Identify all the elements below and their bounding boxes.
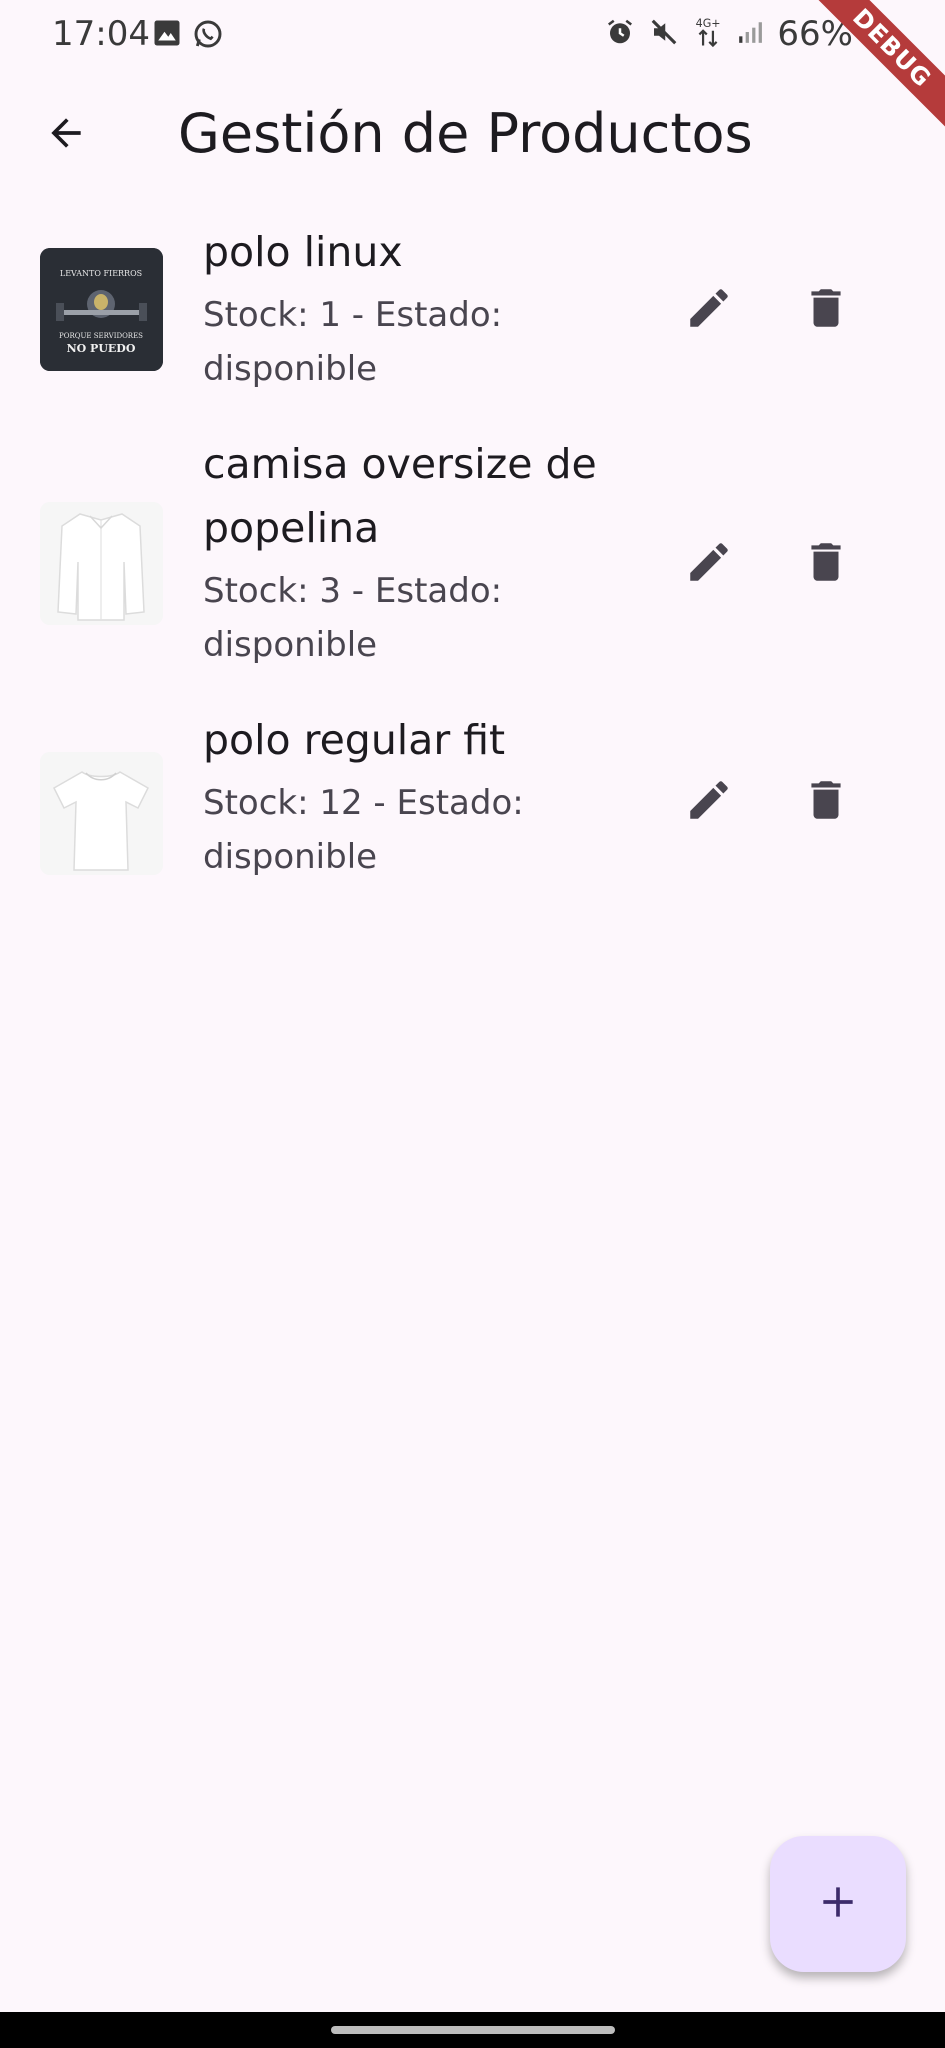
black-tshirt-print: LEVANTO FIERROS PORQUE SERVIDORES NO PUE…	[40, 248, 163, 371]
trash-icon	[801, 775, 851, 829]
svg-text:4G+: 4G+	[696, 17, 721, 30]
pencil-icon	[684, 537, 734, 591]
product-image	[40, 502, 163, 625]
network-4g-icon: 4G+	[693, 16, 723, 52]
arrow-back-icon	[44, 111, 88, 159]
product-list: LEVANTO FIERROS PORQUE SERVIDORES NO PUE…	[0, 220, 945, 920]
trash-icon	[801, 283, 851, 337]
whatsapp-icon	[192, 18, 224, 54]
product-stock: Stock: 3 - Estado:	[203, 571, 503, 611]
product-image: LEVANTO FIERROS PORQUE SERVIDORES NO PUE…	[40, 248, 163, 371]
product-name: polo linux	[203, 228, 403, 276]
status-left-icons	[152, 18, 224, 54]
edit-button[interactable]	[673, 766, 745, 838]
delete-button[interactable]	[790, 274, 862, 346]
print-text-3: NO PUEDO	[67, 342, 136, 355]
product-image	[40, 752, 163, 875]
pencil-icon	[684, 283, 734, 337]
back-button[interactable]	[34, 103, 98, 167]
status-time: 17:04	[52, 14, 150, 54]
gallery-icon	[152, 18, 182, 54]
product-name: polo regular fit	[203, 716, 506, 764]
product-name-line2: popelina	[203, 504, 380, 552]
home-gesture-handle[interactable]	[331, 2026, 615, 2034]
delete-button[interactable]	[790, 766, 862, 838]
status-bar: 17:04 4G+ 66% DEBUG	[0, 0, 945, 143]
add-product-button[interactable]	[770, 1836, 906, 1972]
app-bar: Gestión de Productos	[0, 80, 945, 190]
print-text-1: LEVANTO FIERROS	[60, 269, 142, 278]
system-nav-bar	[0, 2012, 945, 2048]
page-title: Gestión de Productos	[178, 102, 753, 165]
white-tshirt	[40, 752, 163, 875]
signal-icon	[737, 18, 763, 50]
plus-icon	[816, 1880, 860, 1928]
product-state: disponible	[203, 837, 378, 877]
product-item[interactable]: LEVANTO FIERROS PORQUE SERVIDORES NO PUE…	[0, 220, 945, 432]
product-item[interactable]: polo regular fit Stock: 12 - Estado: dis…	[0, 708, 945, 920]
pencil-icon	[684, 775, 734, 829]
trash-icon	[801, 537, 851, 591]
product-stock: Stock: 1 - Estado:	[203, 295, 503, 335]
product-name-line1: camisa oversize de	[203, 440, 597, 488]
edit-button[interactable]	[673, 528, 745, 600]
product-stock: Stock: 12 - Estado:	[203, 783, 524, 823]
product-state: disponible	[203, 349, 378, 389]
white-shirt	[40, 502, 163, 625]
product-state: disponible	[203, 625, 378, 665]
delete-button[interactable]	[790, 528, 862, 600]
mute-icon	[649, 17, 679, 51]
alarm-icon	[605, 17, 635, 51]
edit-button[interactable]	[673, 274, 745, 346]
product-item[interactable]: camisa oversize de popelina Stock: 3 - E…	[0, 432, 945, 708]
print-text-2: PORQUE SERVIDORES	[59, 332, 143, 340]
